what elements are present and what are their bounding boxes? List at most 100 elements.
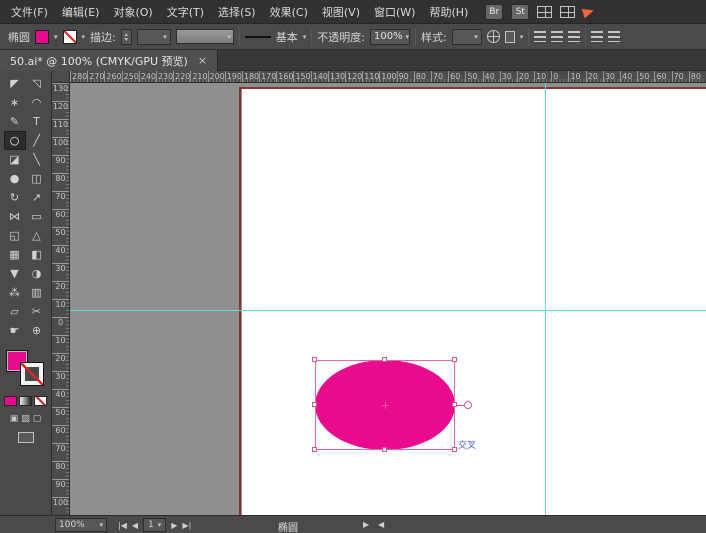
bridge-icon[interactable]: Br	[485, 3, 504, 20]
blob-brush-tool[interactable]: ●	[4, 169, 26, 188]
column-graph-tool[interactable]: ▥	[26, 283, 48, 302]
menu-item-6[interactable]: 视图(V)	[315, 4, 367, 20]
stroke-color-swatch[interactable]	[62, 29, 77, 44]
screen-mode-button[interactable]	[17, 432, 34, 443]
arrange-documents-icon[interactable]	[560, 5, 576, 18]
first-artboard-button[interactable]: |◀	[118, 521, 127, 530]
type-tool[interactable]: T	[26, 112, 48, 131]
last-artboard-button[interactable]: ▶|	[182, 521, 191, 530]
menu-item-7[interactable]: 窗口(W)	[367, 4, 422, 20]
status-panel-arrow-right[interactable]: ▶	[363, 520, 369, 529]
vertical-ruler[interactable]: 130 120 110 100 90 80 70 60 50 40 30 20 10 0 10 20 30 40 5…	[52, 83, 70, 515]
stock-icon[interactable]: St	[511, 3, 530, 20]
stroke-dropdown-arrow-icon[interactable]: ▾	[82, 33, 86, 41]
slice-tool[interactable]: ✂	[26, 302, 48, 321]
align-center-icon[interactable]	[551, 31, 564, 42]
stroke-weight-stepper[interactable]: ▴ ▾	[120, 28, 132, 45]
next-artboard-button[interactable]: ▶	[171, 521, 177, 530]
gradient-mode-button[interactable]	[19, 396, 32, 406]
ruler-label: 60	[448, 71, 465, 82]
hand-tool[interactable]: ☛	[4, 321, 26, 340]
stroke-profile-dropdown[interactable]: ▾	[175, 29, 234, 44]
draw-normal-icon[interactable]: ▣	[10, 414, 19, 424]
menu-items: 文件(F) 编辑(E) 对象(O) 文字(T) 选择(S) 效果(C) 视图(V) 窗口(W)…	[4, 4, 475, 20]
eyedropper-tool[interactable]: ▼	[4, 264, 26, 283]
selection-handle-ne[interactable]	[452, 357, 457, 362]
free-transform-tool[interactable]: ▭	[26, 207, 48, 226]
selection-handle-sw[interactable]	[312, 447, 317, 452]
artboard-number-field[interactable]: 1 ▾	[143, 518, 167, 532]
selection-tool[interactable]: ◤	[4, 74, 26, 93]
menu-item-1[interactable]: 编辑(E)	[55, 4, 107, 20]
magic-wand-tool[interactable]: ∗	[4, 93, 26, 112]
menu-item-5[interactable]: 效果(C)	[263, 4, 315, 20]
transform-widget-handle[interactable]	[464, 401, 472, 409]
ruler-label: 50	[637, 71, 654, 82]
brush-dropdown-arrow-icon[interactable]: ▾	[303, 33, 307, 41]
color-mode-button[interactable]	[4, 396, 17, 406]
selection-handle-w[interactable]	[312, 402, 317, 407]
horizontal-ruler[interactable]: 280 270 260 250 240 230 220 210 200 190 180 170 160 1…	[70, 71, 706, 83]
ellipse-tool[interactable]: ○	[3, 131, 26, 150]
menu-item-0[interactable]: 文件(F)	[4, 4, 55, 20]
menu-item-2[interactable]: 对象(O)	[106, 4, 159, 20]
gradient-tool[interactable]: ◧	[26, 245, 48, 264]
selection-handle-s[interactable]	[382, 447, 387, 452]
prev-artboard-button[interactable]: ◀	[132, 521, 138, 530]
pencil-tool[interactable]: ╲	[26, 150, 48, 169]
fill-dropdown-arrow-icon[interactable]: ▾	[54, 33, 58, 41]
ruler-label: 10	[534, 71, 551, 82]
fill-color-swatch[interactable]	[35, 29, 49, 44]
tab-close-icon[interactable]: ×	[198, 54, 207, 67]
stroke-weight-field[interactable]: ▾	[136, 28, 171, 45]
document-setup-icon[interactable]	[504, 30, 515, 43]
artboard-tool[interactable]: ▱	[4, 302, 26, 321]
pen-tool[interactable]: ✎	[4, 112, 26, 131]
horizontal-guide[interactable]	[70, 310, 706, 311]
ruler-origin-corner[interactable]	[52, 71, 70, 83]
shape-builder-tool[interactable]: ◱	[4, 226, 26, 245]
ruler-label: 0	[551, 71, 568, 82]
menu-item-3[interactable]: 文字(T)	[160, 4, 211, 20]
symbol-sprayer-tool[interactable]: ⁂	[4, 283, 26, 302]
lasso-tool[interactable]: ◠	[26, 93, 48, 112]
line-segment-tool[interactable]: ╱	[26, 131, 48, 150]
draw-inside-icon[interactable]: ▢	[33, 414, 42, 424]
status-panel-arrow-left[interactable]: ◀	[378, 520, 384, 529]
ruler-label: 50	[465, 71, 482, 82]
align-left-icon[interactable]	[534, 31, 547, 42]
share-icon[interactable]	[582, 5, 596, 18]
selection-handle-se[interactable]	[452, 447, 457, 452]
rotate-tool[interactable]: ↻	[4, 188, 26, 207]
selection-handle-n[interactable]	[382, 357, 387, 362]
document-tab[interactable]: 50.ai* @ 100% (CMYK/GPU 预览) ×	[0, 50, 219, 71]
distribute-icon[interactable]	[591, 31, 604, 42]
paintbrush-tool[interactable]: ◪	[4, 150, 26, 169]
vertical-guide[interactable]	[545, 83, 546, 515]
globe-icon[interactable]	[486, 30, 500, 43]
blend-tool[interactable]: ◑	[26, 264, 48, 283]
canvas[interactable]: 交叉	[70, 83, 706, 515]
transform-icon[interactable]	[608, 31, 621, 42]
direct-selection-tool[interactable]: ◹	[26, 74, 48, 93]
align-right-icon[interactable]	[568, 31, 581, 42]
zoom-dropdown[interactable]: 100% ▾	[55, 518, 107, 532]
menu-item-8[interactable]: 帮助(H)	[422, 4, 475, 20]
workspace-icon[interactable]	[537, 5, 553, 18]
ruler-label: 140	[310, 71, 328, 82]
style-dropdown[interactable]: ▾	[451, 28, 482, 45]
mesh-tool[interactable]: ▦	[4, 245, 26, 264]
eraser-tool[interactable]: ◫	[26, 169, 48, 188]
none-mode-button[interactable]	[34, 396, 47, 406]
scale-tool[interactable]: ↗	[26, 188, 48, 207]
stroke-swatch[interactable]	[19, 362, 44, 386]
ruler-label: 40	[620, 71, 637, 82]
zoom-tool[interactable]: ⊕	[26, 321, 48, 340]
document-setup-arrow-icon[interactable]: ▾	[520, 33, 524, 41]
width-tool[interactable]: ⋈	[4, 207, 26, 226]
draw-behind-icon[interactable]: ▨	[21, 414, 30, 424]
selection-handle-nw[interactable]	[312, 357, 317, 362]
opacity-field[interactable]: 100% ▾	[369, 28, 410, 45]
menu-item-4[interactable]: 选择(S)	[211, 4, 263, 20]
perspective-grid-tool[interactable]: △	[26, 226, 48, 245]
